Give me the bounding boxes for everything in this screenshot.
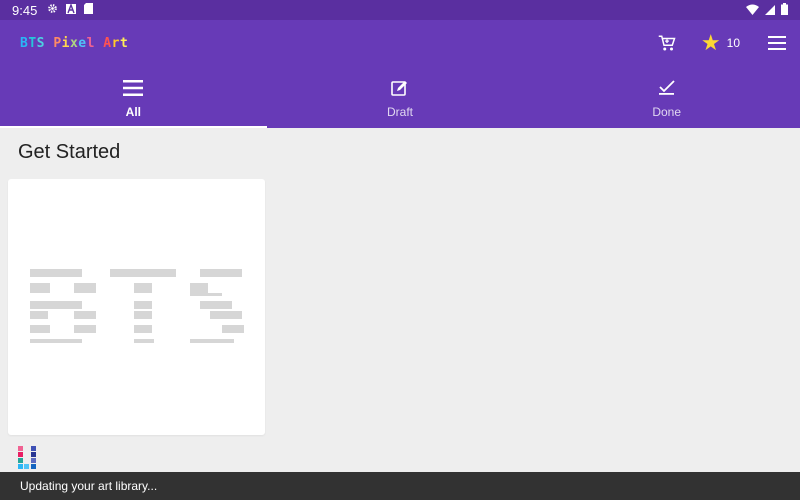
tab-all-label: All (125, 105, 141, 119)
toolbar: BTS Pixel Art ★ 10 (0, 20, 800, 66)
sd-card-icon (84, 3, 94, 17)
coins-balance[interactable]: ★ 10 (701, 32, 740, 54)
logo-letter: T (28, 35, 37, 51)
app-bar: BTS Pixel Art ★ 10 All Draft Done (0, 20, 800, 128)
edit-icon (391, 77, 409, 99)
logo-letter: i (61, 35, 70, 51)
logo-letter (95, 36, 103, 51)
tab-all[interactable]: All (0, 66, 267, 128)
tab-draft[interactable]: Draft (267, 66, 534, 128)
logo-letter: e (78, 35, 87, 51)
logo-letter: r (111, 35, 120, 51)
snackbar-message: Updating your art library... (20, 479, 158, 493)
app-pixel-logo (18, 446, 38, 472)
status-bar: 9:45 (0, 0, 800, 20)
tab-done[interactable]: Done (533, 66, 800, 128)
app-logo-title: BTS Pixel Art (20, 36, 128, 51)
logo-letter: x (69, 35, 79, 51)
tab-done-label: Done (652, 105, 682, 119)
signal-icon (765, 3, 775, 18)
tab-draft-label: Draft (387, 105, 414, 119)
hamburger-menu-icon (768, 36, 786, 50)
logo-letter: l (86, 35, 95, 51)
hamburger-menu-button[interactable] (766, 32, 788, 54)
tab-bar: All Draft Done (0, 66, 800, 128)
wifi-icon (746, 3, 759, 18)
logo-letter: A (103, 35, 112, 51)
logo-letter: S (36, 35, 45, 51)
artwork-card[interactable] (8, 179, 265, 435)
cart-icon (658, 35, 676, 51)
shop-cart-button[interactable] (655, 31, 679, 55)
settings-gear-icon (47, 3, 58, 17)
status-time: 9:45 (12, 2, 38, 18)
toolbar-actions: ★ 10 (655, 31, 788, 55)
section-title: Get Started (18, 141, 121, 163)
notification-a-icon (66, 2, 77, 17)
snackbar: Updating your art library... (0, 472, 800, 500)
logo-letter: t (119, 35, 129, 51)
logo-letter: B (20, 35, 29, 51)
menu-lines-icon (123, 77, 144, 99)
star-icon: ★ (700, 30, 721, 55)
battery-icon (781, 2, 788, 18)
logo-letter: P (53, 35, 62, 51)
coins-count: 10 (726, 36, 740, 50)
check-icon (658, 77, 676, 99)
logo-letter (45, 36, 53, 51)
